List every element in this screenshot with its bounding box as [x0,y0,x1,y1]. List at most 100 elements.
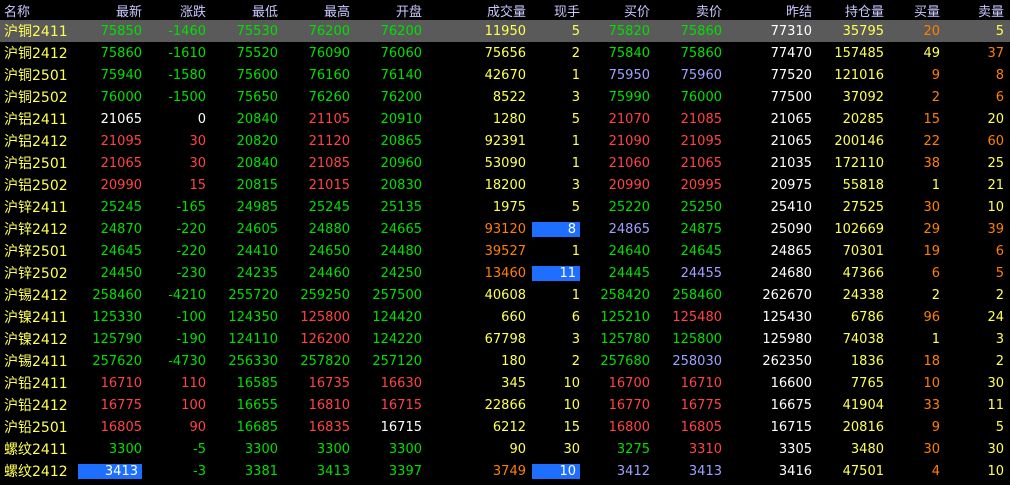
quote-cell: 7765 [850,375,884,391]
quote-cell: 70301 [842,243,884,259]
quote-cell: 76140 [380,67,422,83]
column-header[interactable]: 持仓量 [818,0,890,20]
quote-cell: 22866 [484,397,526,413]
quote-cell: 3310 [688,441,722,457]
quote-cell: 257680 [600,353,650,369]
quote-rows: 沪铜2411 75850 -1460 75530 76200 76200 11950 5 758… [0,20,1010,482]
quote-cell: 259250 [300,287,350,303]
quote-cell: 21035 [770,155,812,171]
quote-cell: 60 [987,133,1004,149]
quote-cell: 25250 [680,199,722,215]
quote-cell: -220 [176,243,206,259]
column-header[interactable]: 昨结 [728,0,818,20]
column-header[interactable]: 开盘 [356,0,428,20]
quote-cell: 9 [931,67,940,83]
quote-cell: 75656 [484,45,526,61]
quote-cell: 92391 [484,133,526,149]
quote-cell: 35795 [818,20,890,42]
quote-cell: 16675 [770,397,812,413]
table-row[interactable]: 沪铝2412 21095 30 20820 21120 20865 92391 1 21090 2… [0,130,1010,152]
quote-cell: 77520 [770,67,812,83]
quote-cell: 24460 [308,265,350,281]
quote-cell: 257120 [372,353,422,369]
quote-cell: 77470 [770,45,812,61]
quote-cell: 16655 [236,397,278,413]
table-row[interactable]: 沪锡2412 258460 -4210 255720 259250 257500 40608… [0,284,1010,306]
quote-cell: 19 [923,243,940,259]
table-row[interactable]: 沪镍2412 125790 -190 124110 126200 124220 67798 3… [0,328,1010,350]
table-row[interactable]: 沪铝2502 20990 15 20815 21015 20830 18200 3 20990 2… [0,174,1010,196]
table-row[interactable]: 沪铜2412 75860 -1610 75520 76090 76060 75656 2 758… [0,42,1010,64]
quote-cell: 75860 [100,45,142,61]
quote-cell: 110 [181,375,206,391]
table-row[interactable]: 螺纹2412 3413 -3 3381 3413 3397 3749 10 3412 3413 34… [0,460,1010,482]
column-header[interactable]: 最低 [212,0,284,20]
quote-cell: 55818 [842,177,884,193]
table-row[interactable]: 沪锌2412 24870 -220 24605 24880 24665 93120 8 2486… [0,218,1010,240]
column-header[interactable]: 最高 [284,0,356,20]
column-header[interactable]: 卖价 [656,0,728,20]
column-header[interactable]: 最新 [78,0,148,20]
quote-cell: -5 [193,441,206,457]
quote-cell: 41904 [842,397,884,413]
quote-cell: 20840 [236,155,278,171]
quote-cell: 96 [923,309,940,325]
contract-name: 沪锌2501 [4,244,68,260]
column-header[interactable]: 买量 [890,0,946,20]
quote-cell: 76200 [380,89,422,105]
quote-cell: -190 [176,331,206,347]
quote-cell: 24680 [770,265,812,281]
quote-cell: 345 [501,375,526,391]
table-row[interactable]: 沪铅2411 16710 110 16585 16735 16630 345 10 16700 1… [0,372,1010,394]
quote-cell: 124420 [372,309,422,325]
quote-cell: 20990 [100,177,142,193]
column-header[interactable]: 名称 [0,0,78,20]
quote-cell: 76000 [680,89,722,105]
quote-cell: 8 [995,67,1004,83]
table-row[interactable]: 沪铜2411 75850 -1460 75530 76200 76200 11950 5 758… [0,20,1010,42]
table-row[interactable]: 沪铜2502 76000 -1500 75650 76260 76200 8522 3 7599… [0,86,1010,108]
table-row[interactable]: 沪锌2411 25245 -165 24985 25245 25135 1975 5 25220… [0,196,1010,218]
quote-cell: -4730 [168,353,206,369]
quote-cell: 124110 [228,331,278,347]
quote-cell: 49 [923,45,940,61]
table-row[interactable]: 沪镍2411 125330 -100 124350 125800 124420 660 6 12… [0,306,1010,328]
column-header[interactable]: 成交量 [428,0,532,20]
table-row[interactable]: 沪铝2411 21065 0 20840 21105 20910 1280 5 21070 210… [0,108,1010,130]
table-row[interactable]: 沪铜2501 75940 -1580 75600 76160 76140 42670 1 759… [0,64,1010,86]
table-row[interactable]: 沪锌2501 24645 -220 24410 24650 24480 39527 1 2464… [0,240,1010,262]
quote-cell: 255720 [228,287,278,303]
contract-name: 螺纹2411 [4,442,68,458]
table-row[interactable]: 沪铝2501 21065 30 20840 21085 20960 53090 1 21060 2… [0,152,1010,174]
quote-cell: 20840 [236,111,278,127]
table-row[interactable]: 沪锡2411 257620 -4730 256330 257820 257120 180 2 2… [0,350,1010,372]
quote-cell: 5 [532,20,586,42]
quote-cell: 10 [987,199,1004,215]
column-header[interactable]: 买价 [586,0,656,20]
column-header[interactable]: 卖量 [946,0,1010,20]
quote-cell: 1 [571,133,580,149]
table-row[interactable]: 螺纹2411 3300 -5 3300 3300 3300 90 30 3275 3310 3305… [0,438,1010,460]
contract-name: 沪锌2412 [4,222,68,238]
quote-cell: 13460 [484,265,526,281]
quote-cell: 24235 [236,265,278,281]
quote-cell: 37092 [842,89,884,105]
quote-cell: 258460 [672,287,722,303]
quote-cell: 20 [987,111,1004,127]
quote-cell: 16600 [770,375,812,391]
quote-cell: 21065 [100,111,142,127]
column-header[interactable]: 现手 [532,0,586,20]
quote-cell: 11 [532,262,586,284]
table-row[interactable]: 沪锌2502 24450 -230 24235 24460 24250 13460 11 244… [0,262,1010,284]
quote-cell: 30 [923,441,940,457]
quote-cell: 20285 [842,111,884,127]
quote-cell: 93120 [484,221,526,237]
table-row[interactable]: 沪铅2501 16805 90 16685 16835 16715 6212 15 16800 1… [0,416,1010,438]
quote-cell: 24410 [236,243,278,259]
quote-cell: 2 [571,353,580,369]
quote-cell: 258460 [92,287,142,303]
table-row[interactable]: 沪铅2412 16775 100 16655 16810 16715 22866 10 1677… [0,394,1010,416]
quote-cell: 16735 [308,375,350,391]
quote-cell: 16715 [380,397,422,413]
column-header[interactable]: 涨跌 [148,0,212,20]
